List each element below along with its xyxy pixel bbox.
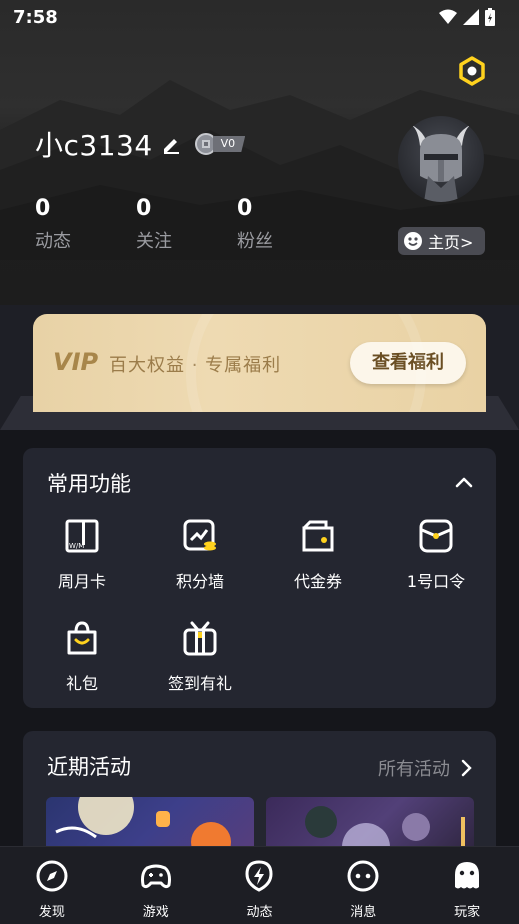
status-icons [439, 8, 495, 26]
checkin-gift-icon [183, 621, 217, 656]
func-item-points-wall[interactable]: 积分墙 [150, 518, 250, 592]
compass-icon [36, 860, 68, 892]
smiley-icon [404, 232, 422, 250]
stat-label: 粉丝 [237, 231, 273, 252]
view-benefits-button[interactable]: 查看福利 [350, 342, 466, 384]
nav-discover[interactable]: 发现 [0, 847, 104, 924]
nav-player[interactable]: 玩家 [415, 847, 519, 924]
lightning-icon [245, 860, 273, 892]
bottom-nav: 发现 游戏 动态 消息 玩家 [0, 846, 519, 924]
nav-messages[interactable]: 消息 [311, 847, 415, 924]
message-icon [347, 860, 379, 892]
func-item-checkin-gift[interactable]: 签到有礼 [150, 620, 250, 694]
stat-label: 关注 [136, 231, 172, 252]
username-row: 小c3134 V0 [35, 124, 246, 164]
edit-icon[interactable] [161, 134, 181, 154]
func-label: 积分墙 [175, 572, 224, 591]
section-title: 近期活动 [47, 755, 131, 779]
nav-label: 玩家 [454, 905, 481, 920]
func-label: 代金券 [293, 572, 342, 591]
status-time: 7:58 [13, 7, 58, 28]
home-button[interactable]: 主页> [398, 227, 485, 255]
stat-value: 0 [136, 196, 152, 221]
common-functions-card: 常用功能 W/M 周月卡 积分墙 代金券 1号口令 礼包 签到有礼 [23, 448, 496, 708]
gift-bag-icon [67, 621, 97, 655]
gamepad-icon [140, 864, 171, 889]
nav-label: 发现 [38, 905, 65, 920]
level-text: V0 [212, 136, 246, 152]
nav-feed[interactable]: 动态 [208, 847, 312, 924]
settings-icon[interactable] [457, 56, 487, 86]
nav-games[interactable]: 游戏 [104, 847, 208, 924]
username: 小c3134 [35, 129, 153, 162]
nav-label: 动态 [246, 905, 273, 920]
stat-value: 0 [237, 196, 253, 221]
func-label: 礼包 [65, 674, 98, 693]
func-label: 签到有礼 [167, 674, 232, 693]
all-activities-link[interactable]: 所有活动 [378, 755, 472, 781]
calendar-card-icon: W/M [65, 519, 99, 553]
stat-followers[interactable]: 0 粉丝 [237, 196, 338, 253]
profile-header: 7:58 小c3134 V0 0 动态 0 关注 0 粉丝 主页> [0, 0, 519, 305]
nav-label: 游戏 [142, 905, 169, 920]
wifi-icon [439, 9, 457, 24]
level-badge[interactable]: V0 [194, 133, 246, 155]
password-icon [419, 519, 453, 553]
section-title: 常用功能 [47, 472, 131, 496]
profile-stats: 0 动态 0 关注 0 粉丝 [35, 196, 338, 253]
stat-value: 0 [35, 196, 51, 221]
stat-following[interactable]: 0 关注 [136, 196, 237, 253]
voucher-icon [302, 520, 334, 552]
player-icon [455, 862, 480, 889]
status-bar: 7:58 [0, 0, 519, 36]
avatar[interactable] [398, 116, 484, 202]
vip-description: 百大权益 · 专属福利 [109, 355, 282, 376]
vip-banner[interactable]: VIP 百大权益 · 专属福利 查看福利 [33, 314, 486, 412]
chevron-up-icon[interactable] [454, 474, 474, 490]
all-activities-label: 所有活动 [378, 759, 450, 780]
vip-logo: VIP [53, 348, 99, 376]
func-item-voucher[interactable]: 代金券 [268, 518, 368, 592]
battery-icon [485, 8, 495, 26]
stat-posts[interactable]: 0 动态 [35, 196, 136, 253]
recent-activities-card: 近期活动 所有活动 [23, 731, 496, 867]
svg-text:W/M: W/M [69, 542, 84, 550]
home-button-label: 主页> [428, 233, 474, 252]
nav-label: 消息 [350, 905, 377, 920]
func-label: 周月卡 [57, 572, 106, 591]
func-item-gift-bag[interactable]: 礼包 [32, 620, 132, 694]
func-item-password[interactable]: 1号口令 [386, 518, 486, 592]
signal-icon [463, 9, 479, 25]
func-label: 1号口令 [406, 572, 466, 591]
chevron-right-icon [461, 759, 472, 777]
stat-label: 动态 [35, 231, 71, 252]
func-item-weekly-card[interactable]: W/M 周月卡 [32, 518, 132, 592]
knight-helmet-icon [410, 124, 472, 202]
points-wall-icon [183, 519, 216, 551]
